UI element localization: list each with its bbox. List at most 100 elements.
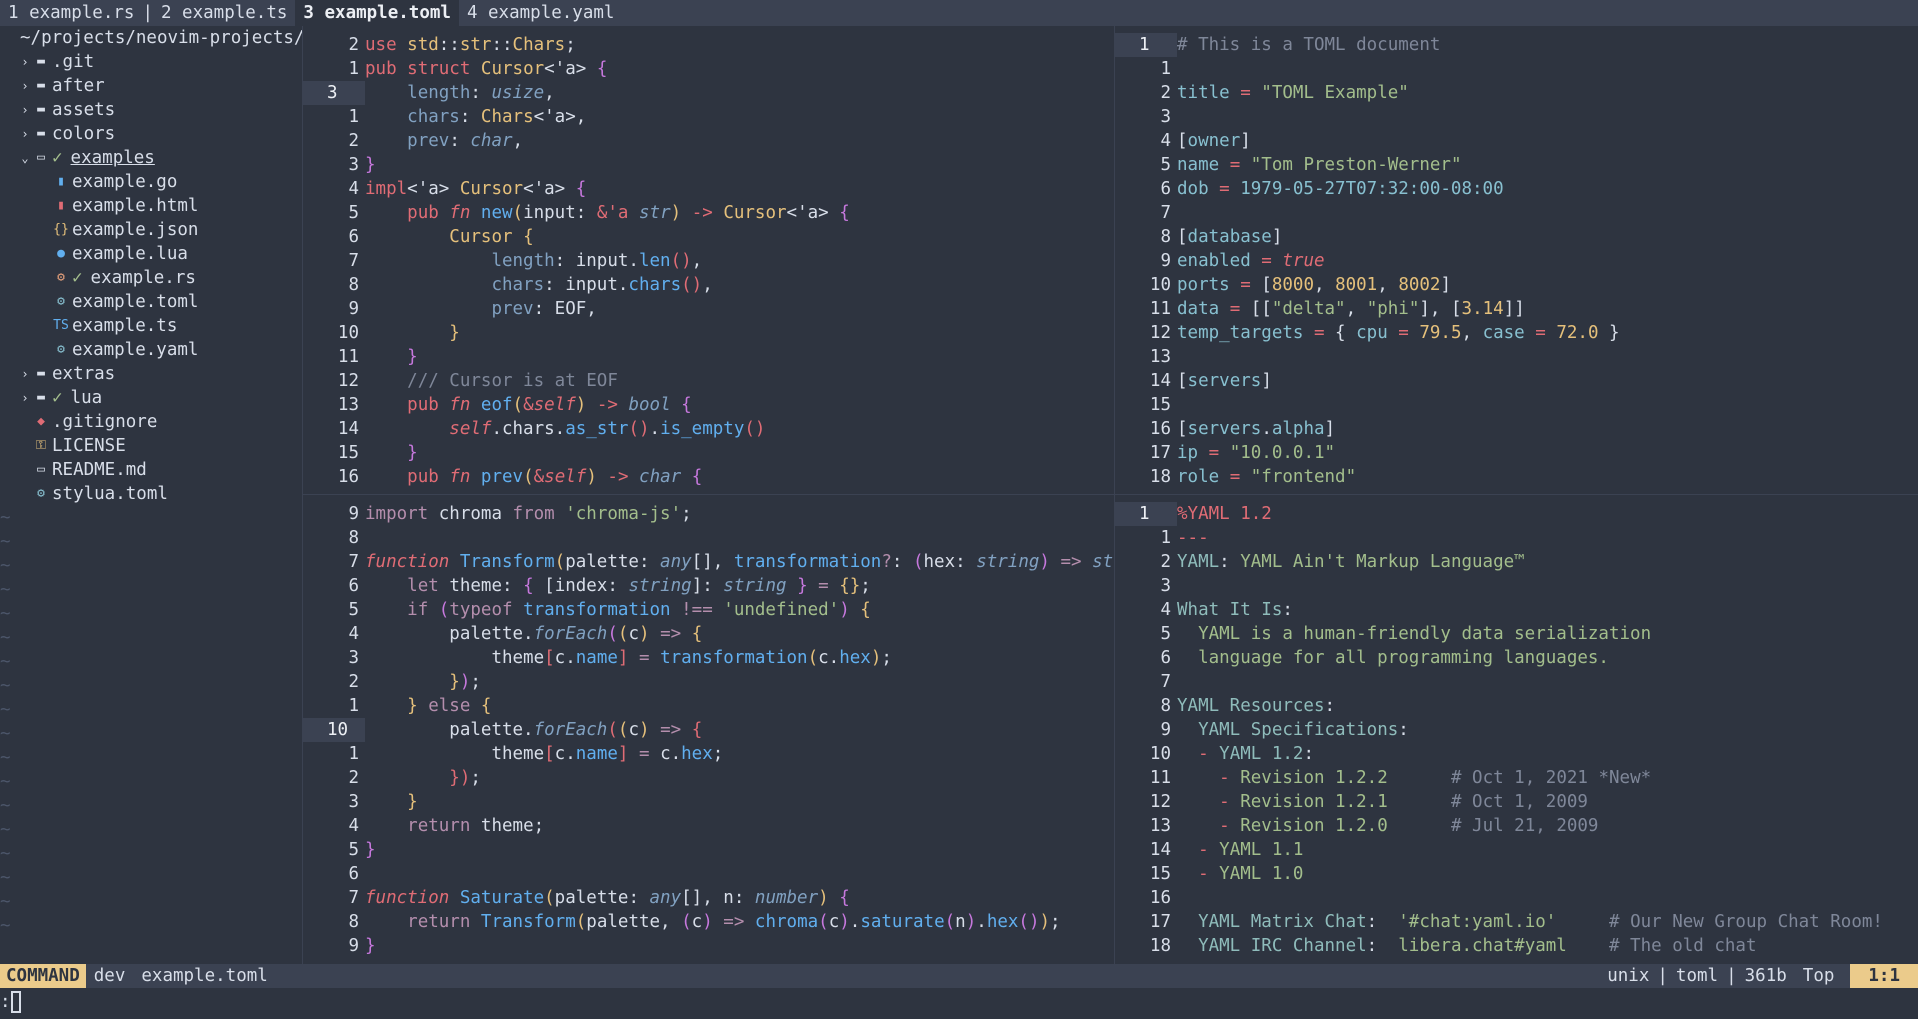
- explorer-item[interactable]: ⚙ stylua.toml: [0, 482, 302, 506]
- explorer-item[interactable]: ◆ .gitignore: [0, 410, 302, 434]
- toml-editor-pane[interactable]: 1 # This is a TOML document 1 2 title = "TOM…: [1115, 26, 1918, 494]
- chevron-right-icon[interactable]: ›: [20, 386, 30, 410]
- code-line[interactable]: 7 length: input.len(),: [303, 249, 1114, 273]
- explorer-item[interactable]: › ▬ assets: [0, 98, 302, 122]
- code-line[interactable]: 1 pub struct Cursor<'a> {: [303, 57, 1114, 81]
- explorer-item[interactable]: › ▬ colors: [0, 122, 302, 146]
- code-line[interactable]: 6 let theme: { [index: string]: string }…: [303, 574, 1114, 598]
- code-line[interactable]: 2 });: [303, 766, 1114, 790]
- vertical-split-divider[interactable]: [1114, 26, 1115, 964]
- code-line[interactable]: 16: [1115, 886, 1918, 910]
- chevron-right-icon[interactable]: ›: [20, 50, 30, 74]
- explorer-item[interactable]: {} example.json: [0, 218, 302, 242]
- code-line[interactable]: 11 - Revision 1.2.2 # Oct 1, 2021 *New*: [1115, 766, 1918, 790]
- explorer-item[interactable]: › ▬ extras: [0, 362, 302, 386]
- code-line[interactable]: 6 dob = 1979-05-27T07:32:00-08:00: [1115, 177, 1918, 201]
- code-line[interactable]: 5 name = "Tom Preston-Werner": [1115, 153, 1918, 177]
- yaml-editor-pane[interactable]: 1 %YAML 1.2 1 --- 2 YAML: YAML Ain't Markup L…: [1115, 495, 1918, 964]
- code-line[interactable]: 3: [1115, 105, 1918, 129]
- code-line[interactable]: 7: [1115, 201, 1918, 225]
- code-line[interactable]: 2 YAML: YAML Ain't Markup Language™: [1115, 550, 1918, 574]
- explorer-item[interactable]: › ▬ after: [0, 74, 302, 98]
- code-line[interactable]: 16 pub fn prev(&self) -> char {: [303, 465, 1114, 489]
- code-line[interactable]: 9 YAML Specifications:: [1115, 718, 1918, 742]
- explorer-root-path[interactable]: ~/projects/neovim-projects/n: [0, 26, 302, 50]
- explorer-item[interactable]: ⚿ LICENSE: [0, 434, 302, 458]
- code-line[interactable]: 4 palette.forEach((c) => {: [303, 622, 1114, 646]
- code-line[interactable]: 1 ---: [1115, 526, 1918, 550]
- code-line[interactable]: 3: [1115, 574, 1918, 598]
- tab-3[interactable]: 3 example.toml: [295, 0, 459, 26]
- code-line[interactable]: 10 }: [303, 321, 1114, 345]
- explorer-item[interactable]: ▮ example.html: [0, 194, 302, 218]
- tab-1[interactable]: 1 example.rs: [0, 0, 142, 26]
- code-line[interactable]: 12 - Revision 1.2.1 # Oct 1, 2009: [1115, 790, 1918, 814]
- code-line[interactable]: 3 theme[c.name] = transformation(c.hex);: [303, 646, 1114, 670]
- code-line[interactable]: 15: [1115, 393, 1918, 417]
- code-line[interactable]: 13 pub fn eof(&self) -> bool {: [303, 393, 1114, 417]
- ts-editor-pane[interactable]: 9 import chroma from 'chroma-js'; 8 7 functi…: [303, 495, 1114, 964]
- explorer-item[interactable]: › ▬ ✓ lua: [0, 386, 302, 410]
- code-line[interactable]: 3 }: [303, 790, 1114, 814]
- code-line[interactable]: 10 - YAML 1.2:: [1115, 742, 1918, 766]
- chevron-right-icon[interactable]: ›: [20, 122, 30, 146]
- code-line[interactable]: 6 Cursor {: [303, 225, 1114, 249]
- explorer-item[interactable]: ● example.lua: [0, 242, 302, 266]
- code-line[interactable]: 14 self.chars.as_str().is_empty(): [303, 417, 1114, 441]
- code-line[interactable]: 6 language for all programming languages…: [1115, 646, 1918, 670]
- code-line[interactable]: 8 [database]: [1115, 225, 1918, 249]
- code-line[interactable]: 12 /// Cursor is at EOF: [303, 369, 1114, 393]
- code-line[interactable]: 1 theme[c.name] = c.hex;: [303, 742, 1114, 766]
- explorer-item[interactable]: TS example.ts: [0, 314, 302, 338]
- code-line[interactable]: 6: [303, 862, 1114, 886]
- code-line[interactable]: 3}: [303, 153, 1114, 177]
- code-line[interactable]: 7: [1115, 670, 1918, 694]
- code-line[interactable]: 4 impl<'a> Cursor<'a> {: [303, 177, 1114, 201]
- code-line[interactable]: 7 function Saturate(palette: any[], n: nu…: [303, 886, 1114, 910]
- code-line[interactable]: 12 temp_targets = { cpu = 79.5, case = 72…: [1115, 321, 1918, 345]
- code-line[interactable]: 8 return Transform(palette, (c) => chrom…: [303, 910, 1114, 934]
- code-line[interactable]: 1 chars: Chars<'a>,: [303, 105, 1114, 129]
- explorer-item[interactable]: ⚙ ✓ example.rs: [0, 266, 302, 290]
- code-line[interactable]: 4 What It Is:: [1115, 598, 1918, 622]
- code-line[interactable]: 2 use std::str::Chars;: [303, 33, 1114, 57]
- code-line[interactable]: 15 }: [303, 441, 1114, 465]
- chevron-right-icon[interactable]: ›: [20, 362, 30, 386]
- code-line[interactable]: 17 YAML Matrix Chat: '#chat:yaml.io' # O…: [1115, 910, 1918, 934]
- explorer-item[interactable]: ⚙ example.yaml: [0, 338, 302, 362]
- code-line[interactable]: 5 if (typeof transformation !== 'undefin…: [303, 598, 1114, 622]
- code-line[interactable]: 2 title = "TOML Example": [1115, 81, 1918, 105]
- code-line[interactable]: 13 - Revision 1.2.0 # Jul 21, 2009: [1115, 814, 1918, 838]
- code-line[interactable]: 1: [1115, 57, 1918, 81]
- code-line[interactable]: 14 [servers]: [1115, 369, 1918, 393]
- code-line[interactable]: 7 function Transform(palette: any[], tran…: [303, 550, 1114, 574]
- code-line[interactable]: 9}: [303, 934, 1114, 958]
- code-line[interactable]: 11 }: [303, 345, 1114, 369]
- code-line[interactable]: 2 });: [303, 670, 1114, 694]
- code-line[interactable]: 18 YAML IRC Channel: libera.chat#yaml # …: [1115, 934, 1918, 958]
- code-line[interactable]: 8 chars: input.chars(),: [303, 273, 1114, 297]
- explorer-item[interactable]: ⌄ ▭ ✓ examples: [0, 146, 302, 170]
- code-line[interactable]: 5}: [303, 838, 1114, 862]
- code-line[interactable]: 8: [303, 526, 1114, 550]
- command-line[interactable]: :: [0, 988, 1918, 1019]
- code-line[interactable]: 13: [1115, 345, 1918, 369]
- explorer-item[interactable]: ⚙ example.toml: [0, 290, 302, 314]
- code-line[interactable]: 8 YAML Resources:: [1115, 694, 1918, 718]
- code-line[interactable]: 9 prev: EOF,: [303, 297, 1114, 321]
- code-line[interactable]: 2 prev: char,: [303, 129, 1114, 153]
- code-line[interactable]: 9 import chroma from 'chroma-js';: [303, 502, 1114, 526]
- explorer-item[interactable]: › ▬ .git: [0, 50, 302, 74]
- code-line[interactable]: 9 enabled = true: [1115, 249, 1918, 273]
- explorer-item[interactable]: ▮ example.go: [0, 170, 302, 194]
- code-line[interactable]: 11 data = [["delta", "phi"], [3.14]]: [1115, 297, 1918, 321]
- code-line[interactable]: 3 length: usize,: [303, 81, 1114, 105]
- tab-4[interactable]: 4 example.yaml: [459, 0, 623, 26]
- code-line[interactable]: 4 [owner]: [1115, 129, 1918, 153]
- tab-2[interactable]: 2 example.ts: [153, 0, 295, 26]
- code-line[interactable]: 14 - YAML 1.1: [1115, 838, 1918, 862]
- code-line[interactable]: 18 role = "frontend": [1115, 465, 1918, 489]
- code-line[interactable]: 1 } else {: [303, 694, 1114, 718]
- code-line[interactable]: 15 - YAML 1.0: [1115, 862, 1918, 886]
- horizontal-split-divider[interactable]: [303, 494, 1918, 495]
